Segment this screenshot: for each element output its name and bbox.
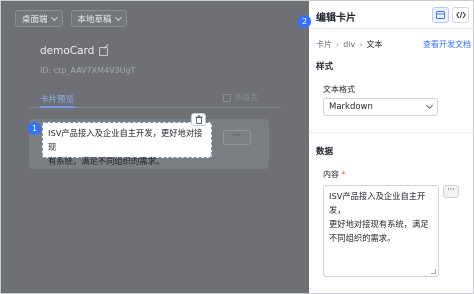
content-textarea[interactable]: ISV产品接入及企业自主开发， 更好地对接现有系统，满足 不同组织的需求。 bbox=[323, 185, 439, 277]
breadcrumb-separator: › bbox=[336, 40, 340, 49]
draft-select[interactable]: 本地草稿 bbox=[70, 10, 127, 27]
text-format-label: 文本格式 bbox=[323, 85, 355, 94]
text-format-select[interactable]: Markdown bbox=[323, 98, 438, 116]
card-id: ID: ctp_AAV7XM4V3UgT bbox=[40, 66, 136, 75]
content-line-3: 不同组织的需求。 bbox=[329, 233, 396, 243]
highlight-line-1: ISV产品接入及企业自主开发，更好地对接现 bbox=[48, 128, 203, 152]
selected-text-element[interactable]: ISV产品接入及企业自主开发，更好地对接现 有系统，满足不同组织的需求。 bbox=[42, 122, 212, 166]
chevron-down-icon bbox=[50, 13, 58, 21]
trash-icon bbox=[195, 115, 202, 124]
checkbox[interactable] bbox=[223, 93, 231, 102]
canvas-toolbar: 桌面端 本地草稿 bbox=[15, 10, 127, 27]
card-name-text: demoCard bbox=[40, 45, 95, 57]
edit-panel: 编辑卡片 卡片 › div › 文本 查看开发文档 样式 文本格式 Markdo… bbox=[309, 1, 473, 293]
breadcrumb: 卡片 › div › 文本 bbox=[316, 39, 382, 50]
card-name: demoCard bbox=[40, 45, 109, 57]
app-frame: 桌面端 本地草稿 demoCard ID: ctp_AAV7XM4V3UgT 卡… bbox=[0, 0, 474, 294]
resize-handle[interactable] bbox=[431, 269, 436, 274]
tab-active-underline bbox=[40, 106, 75, 108]
content-line-1: ISV产品接入及企业自主开发， bbox=[329, 191, 426, 215]
breadcrumb-item-text: 文本 bbox=[366, 40, 383, 49]
device-select-label: 桌面端 bbox=[22, 14, 48, 25]
chevron-down-icon bbox=[114, 13, 122, 21]
content-more-button[interactable]: ··· bbox=[443, 185, 459, 198]
draft-select-label: 本地草稿 bbox=[77, 14, 112, 25]
content-line-2: 更好地对接现有系统，满足 bbox=[329, 219, 429, 229]
step-badge-2: 2 bbox=[298, 15, 311, 28]
edit-icon[interactable] bbox=[99, 46, 109, 56]
step-badge-1: 1 bbox=[28, 122, 41, 135]
panel-title: 编辑卡片 bbox=[316, 13, 356, 24]
text-format-value: Markdown bbox=[329, 102, 373, 112]
device-select[interactable]: 桌面端 bbox=[15, 10, 63, 27]
content-label: 内容 * bbox=[323, 169, 346, 180]
breadcrumb-item-div[interactable]: div bbox=[343, 40, 355, 49]
delete-button[interactable] bbox=[191, 113, 206, 126]
data-section-title: 数据 bbox=[316, 147, 334, 157]
code-mode-button[interactable] bbox=[452, 7, 469, 23]
more-button[interactable]: ··· bbox=[223, 130, 251, 145]
multilang-label: 多语言 bbox=[234, 93, 258, 102]
section-divider bbox=[309, 132, 473, 133]
dev-docs-link[interactable]: 查看开发文档 bbox=[423, 39, 471, 50]
multilang-toggle[interactable]: 多语言 bbox=[223, 92, 258, 103]
tab-card-preview[interactable]: 卡片预览 bbox=[40, 93, 74, 105]
highlight-line-2: 有系统，满足不同组织的需求。 bbox=[48, 156, 165, 166]
code-icon bbox=[455, 11, 466, 19]
breadcrumb-item-card[interactable]: 卡片 bbox=[316, 39, 332, 50]
panel-header: 编辑卡片 bbox=[309, 1, 473, 29]
breadcrumb-separator: › bbox=[359, 40, 363, 49]
chevron-down-icon bbox=[425, 101, 434, 110]
layout-icon bbox=[436, 11, 445, 19]
content-label-text: 内容 bbox=[323, 170, 339, 179]
visual-mode-button[interactable] bbox=[432, 7, 449, 23]
required-mark: * bbox=[341, 170, 346, 179]
panel-view-switch bbox=[432, 7, 469, 23]
style-section-title: 样式 bbox=[316, 62, 334, 72]
